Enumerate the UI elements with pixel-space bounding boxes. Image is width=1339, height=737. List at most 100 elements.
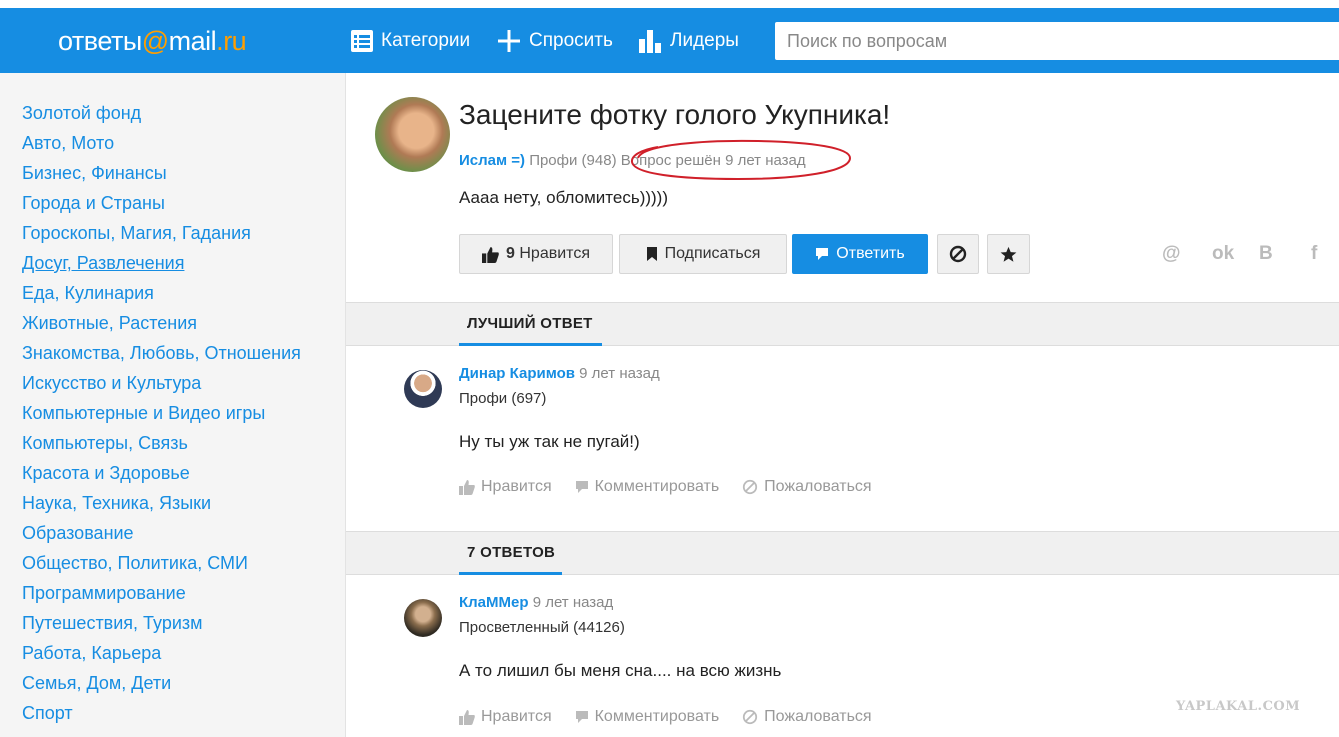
best-answer-header: ЛУЧШИЙ ОТВЕТ <box>346 302 1339 346</box>
comment-action-label: Комментировать <box>594 708 720 725</box>
plus-icon <box>498 30 520 52</box>
section-underline <box>459 572 562 575</box>
answer-label: Ответить <box>836 245 905 262</box>
bar-chart-icon <box>639 30 661 53</box>
sidebar-item-category[interactable]: Знакомства, Любовь, Отношения <box>22 341 345 371</box>
question-author-rank: Профи (948) <box>529 152 617 169</box>
sidebar-item-category[interactable]: Образование <box>22 521 345 551</box>
best-answer-avatar[interactable] <box>404 370 442 408</box>
sidebar-item-category[interactable]: Города и Страны <box>22 191 345 221</box>
like-action[interactable]: Нравится <box>459 478 552 496</box>
block-button[interactable] <box>937 234 979 274</box>
list-icon <box>351 30 373 52</box>
block-icon <box>743 709 758 725</box>
section-underline <box>459 343 602 346</box>
report-action[interactable]: Пожаловаться <box>742 478 872 496</box>
comment-action[interactable]: Комментировать <box>575 708 720 726</box>
nav-categories[interactable]: Категории <box>351 26 470 56</box>
answers-header: 7 ОТВЕТОВ <box>346 531 1339 575</box>
logo[interactable]: ответы@mail.ru <box>58 26 247 57</box>
best-answer-text: Ну ты уж так не пугай!) <box>459 432 640 451</box>
star-icon <box>1000 246 1017 262</box>
sidebar-item-category[interactable]: Общество, Политика, СМИ <box>22 551 345 581</box>
answer-author-line: КлаММер 9 лет назад <box>459 594 613 611</box>
block-icon <box>743 479 758 495</box>
like-button[interactable]: 9 Нравится <box>459 234 613 274</box>
sidebar-item-category[interactable]: Красота и Здоровье <box>22 461 345 491</box>
answer-author[interactable]: КлаММер <box>459 594 529 611</box>
sidebar: Золотой фонд Авто, Мото Бизнес, Финансы Гор… <box>0 73 346 737</box>
sidebar-item-category[interactable]: Путешествия, Туризм <box>22 611 345 641</box>
like-label: Нравится <box>519 245 590 262</box>
report-action[interactable]: Пожаловаться <box>742 708 872 726</box>
thumb-up-icon <box>459 710 475 725</box>
answer-text: А то лишил бы меня сна.... на всю жизнь <box>459 661 782 680</box>
sidebar-item-category[interactable]: Семья, Дом, Дети <box>22 671 345 701</box>
answer-button[interactable]: Ответить <box>792 234 928 274</box>
comment-action-label: Комментировать <box>594 478 720 495</box>
sidebar-item-category[interactable]: Еда, Кулинария <box>22 281 345 311</box>
nav-leaders[interactable]: Лидеры <box>638 26 739 56</box>
share-facebook-icon[interactable]: f <box>1311 243 1317 265</box>
sidebar-item-category[interactable]: Досуг, Развлечения <box>22 251 345 281</box>
nav-ask-label: Спросить <box>529 30 613 51</box>
best-answer-actions: Нравится Комментировать Пожаловаться <box>459 478 895 496</box>
comment-icon <box>575 711 588 723</box>
sidebar-item-category[interactable]: Наука, Техника, Языки <box>22 491 345 521</box>
favorite-button[interactable] <box>987 234 1030 274</box>
question-author[interactable]: Ислам =) <box>459 152 525 169</box>
sidebar-item-category[interactable]: Спорт <box>22 701 345 731</box>
question-text: Аааа нету, обломитесь))))) <box>459 188 669 207</box>
report-action-label: Пожаловаться <box>764 478 872 495</box>
thumb-up-icon <box>482 246 499 263</box>
sidebar-item-category[interactable]: Золотой фонд <box>22 101 345 131</box>
answer-rank: Просветленный (44126) <box>459 619 625 636</box>
best-answer-time: 9 лет назад <box>579 365 660 382</box>
comment-icon <box>816 248 829 260</box>
answers-count-label: 7 ОТВЕТОВ <box>467 544 556 561</box>
report-action-label: Пожаловаться <box>764 708 872 725</box>
block-icon <box>949 245 967 263</box>
share-vk-icon[interactable]: B <box>1259 243 1273 265</box>
sidebar-item-category[interactable]: Компьютеры, Связь <box>22 431 345 461</box>
sidebar-item-category[interactable]: Гороскопы, Магия, Гадания <box>22 221 345 251</box>
comment-action[interactable]: Комментировать <box>575 478 720 496</box>
nav-categories-label: Категории <box>381 30 471 51</box>
sidebar-item-category[interactable]: Авто, Мото <box>22 131 345 161</box>
nav-leaders-label: Лидеры <box>670 30 739 51</box>
question-author-avatar[interactable] <box>375 97 450 172</box>
sidebar-item-category[interactable]: Искусство и Культура <box>22 371 345 401</box>
thumb-up-icon <box>459 480 475 495</box>
sidebar-item-category[interactable]: Работа, Карьера <box>22 641 345 671</box>
bookmark-icon <box>646 247 657 261</box>
answer-time: 9 лет назад <box>532 594 614 611</box>
like-action-label: Нравится <box>481 478 552 495</box>
question-title: Зацените фотку голого Укупника! <box>459 99 891 130</box>
red-circle-annotation <box>630 139 852 181</box>
share-ok-icon[interactable]: ok <box>1212 243 1234 265</box>
best-answer-author-line: Динар Каримов 9 лет назад <box>459 365 660 382</box>
like-action[interactable]: Нравится <box>459 708 552 726</box>
answer-actions: Нравится Комментировать Пожаловаться <box>459 708 895 726</box>
sidebar-item-category[interactable]: Программирование <box>22 581 345 611</box>
subscribe-button[interactable]: Подписаться <box>619 234 787 274</box>
subscribe-label: Подписаться <box>664 245 761 262</box>
main-content: Зацените фотку голого Укупника! Ислам =)… <box>346 73 1339 737</box>
watermark: YAPLAKAL.COM <box>1176 699 1301 714</box>
share-mail-icon[interactable]: @ <box>1162 243 1181 265</box>
sidebar-item-category[interactable]: Компьютерные и Видео игры <box>22 401 345 431</box>
best-answer-label: ЛУЧШИЙ ОТВЕТ <box>467 315 593 332</box>
like-count: 9 <box>506 245 515 262</box>
comment-icon <box>575 481 588 493</box>
header: ответы@mail.ru Категории Спросить Лидеры… <box>0 8 1339 73</box>
search-input[interactable]: Поиск по вопросам <box>775 22 1339 60</box>
like-action-label: Нравится <box>481 708 552 725</box>
top-strip <box>0 0 1339 8</box>
best-answer-rank: Профи (697) <box>459 390 547 407</box>
best-answer-author[interactable]: Динар Каримов <box>459 365 575 382</box>
sidebar-item-category[interactable]: Животные, Растения <box>22 311 345 341</box>
answer-avatar[interactable] <box>404 599 442 637</box>
nav-ask[interactable]: Спросить <box>497 26 613 56</box>
sidebar-item-category[interactable]: Бизнес, Финансы <box>22 161 345 191</box>
category-list: Золотой фонд Авто, Мото Бизнес, Финансы Гор… <box>0 73 345 731</box>
